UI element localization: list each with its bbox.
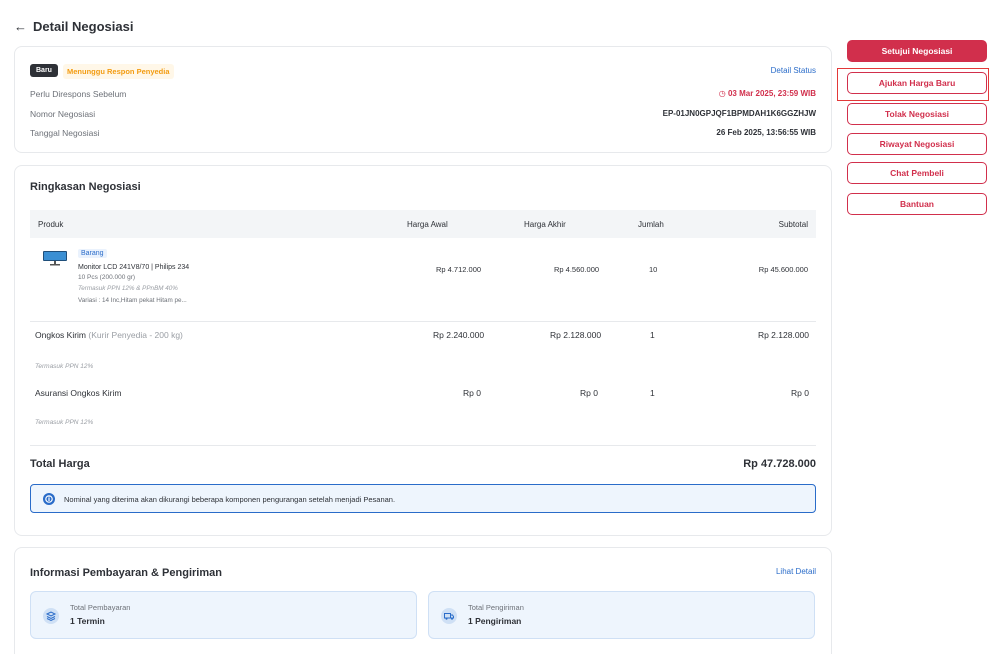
- monitor-product-image: [43, 251, 67, 266]
- negotiation-date-row: Tanggal Negosiasi 26 Feb 2025, 13:56:55 …: [30, 128, 816, 140]
- info-notice: Nominal yang diterima akan dikurangi beb…: [30, 484, 816, 513]
- detail-status-link[interactable]: Detail Status: [771, 66, 816, 75]
- payment-card: Informasi Pembayaran & Pengiriman Lihat …: [14, 547, 832, 654]
- shipping-harga-akhir: Rp 2.128.000: [550, 330, 602, 340]
- total-divider: [30, 445, 816, 446]
- insurance-label: Asuransi Ongkos Kirim: [35, 388, 122, 398]
- negotiation-date-value: 26 Feb 2025, 13:56:55 WIB: [716, 128, 816, 137]
- product-harga-akhir: Rp 4.560.000: [554, 265, 600, 274]
- total-label: Total Harga: [30, 458, 90, 470]
- col-produk: Produk: [38, 220, 64, 229]
- total-payment-value: 1 Termin: [70, 616, 105, 626]
- status-badge-waiting: Menunggu Respon Penyedia: [63, 64, 174, 79]
- total-payment-label: Total Pembayaran: [70, 603, 131, 612]
- product-qty-note: 10 Pcs (200.000 gr): [78, 274, 136, 281]
- product-subtotal: Rp 45.600.000: [758, 265, 808, 274]
- col-jumlah: Jumlah: [638, 220, 664, 229]
- chat-buyer-button[interactable]: Chat Pembeli: [847, 162, 987, 184]
- shipping-label: Ongkos Kirim: [35, 330, 87, 340]
- col-subtotal: Subtotal: [778, 220, 808, 229]
- product-jumlah: 10: [649, 265, 658, 274]
- lihat-detail-link[interactable]: Lihat Detail: [776, 567, 816, 576]
- row-divider: [30, 321, 816, 322]
- info-icon: [43, 493, 55, 505]
- negotiation-number-value: EP-01JN0GPJQF1BPMDAH1K6GGZHJW: [662, 109, 816, 118]
- deadline-value: ◷ 03 Mar 2025, 23:59 WIB: [719, 89, 816, 98]
- truck-icon: [441, 608, 457, 624]
- highlight-box: [837, 68, 989, 101]
- col-harga-akhir: Harga Akhir: [524, 220, 566, 229]
- shipping-subtotal: Rp 2.128.000: [757, 330, 809, 340]
- total-shipping-label: Total Pengiriman: [468, 603, 524, 612]
- total-shipping-value: 1 Pengiriman: [468, 616, 522, 626]
- product-variant: Variasi : 14 Inc,Hitam pekat Hitam pe...: [78, 297, 187, 304]
- product-harga-awal: Rp 4.712.000: [436, 265, 482, 274]
- shipping-harga-awal: Rp 2.240.000: [433, 330, 485, 340]
- payment-title: Informasi Pembayaran & Pengiriman: [30, 567, 222, 579]
- status-card: Baru Menunggu Respon Penyedia Detail Sta…: [14, 46, 832, 153]
- deadline-value-text: 03 Mar 2025, 23:59 WIB: [727, 89, 816, 98]
- insurance-subtotal: Rp 0: [791, 388, 809, 398]
- deadline-row: Perlu Direspons Sebelum ◷ 03 Mar 2025, 2…: [30, 89, 816, 101]
- deadline-label: Perlu Direspons Sebelum: [30, 89, 127, 99]
- total-value: Rp 47.728.000: [743, 458, 816, 470]
- approve-negotiation-button[interactable]: Setujui Negosiasi: [847, 40, 987, 62]
- shipping-label-wrap: Ongkos Kirim (Kurir Penyedia - 200 kg): [35, 330, 183, 340]
- shipping-tax-note: Termasuk PPN 12%: [35, 363, 94, 370]
- status-badge-new: Baru: [30, 64, 58, 77]
- insurance-harga-awal: Rp 0: [463, 388, 481, 398]
- insurance-jumlah: 1: [650, 388, 655, 398]
- clock-icon: ◷: [718, 89, 728, 98]
- page-title: Detail Negosiasi: [33, 19, 134, 34]
- negotiation-date-label: Tanggal Negosiasi: [30, 128, 100, 138]
- product-name[interactable]: Monitor LCD 241V8/70 | Philips 234: [78, 264, 189, 271]
- shipping-jumlah: 1: [650, 330, 655, 340]
- col-harga-awal: Harga Awal: [407, 220, 448, 229]
- negotiation-number-row: Nomor Negosiasi EP-01JN0GPJQF1BPMDAH1K6G…: [30, 109, 816, 121]
- notice-text: Nominal yang diterima akan dikurangi beb…: [64, 495, 396, 504]
- product-tax-note: Termasuk PPN 12% & PPnBM 40%: [78, 285, 178, 292]
- insurance-harga-akhir: Rp 0: [580, 388, 598, 398]
- payment-stack-icon: [43, 608, 59, 624]
- summary-title: Ringkasan Negosiasi: [30, 181, 141, 193]
- total-shipping-box[interactable]: Total Pengiriman 1 Pengiriman: [428, 591, 815, 639]
- total-payment-box[interactable]: Total Pembayaran 1 Termin: [30, 591, 417, 639]
- table-header: Produk Harga Awal Harga Akhir Jumlah Sub…: [30, 210, 816, 238]
- help-button[interactable]: Bantuan: [847, 193, 987, 215]
- negotiation-number-label: Nomor Negosiasi: [30, 109, 96, 119]
- page-header: ← Detail Negosiasi: [14, 19, 133, 34]
- insurance-tax-note: Termasuk PPN 12%: [35, 419, 94, 426]
- shipping-label-note: (Kurir Penyedia - 200 kg): [88, 330, 183, 340]
- product-type-tag: Barang: [78, 249, 107, 258]
- negotiation-history-button[interactable]: Riwayat Negosiasi: [847, 133, 987, 155]
- summary-card: Ringkasan Negosiasi Produk Harga Awal Ha…: [14, 165, 832, 536]
- reject-negotiation-button[interactable]: Tolak Negosiasi: [847, 103, 987, 125]
- arrow-left-icon[interactable]: ←: [14, 19, 27, 34]
